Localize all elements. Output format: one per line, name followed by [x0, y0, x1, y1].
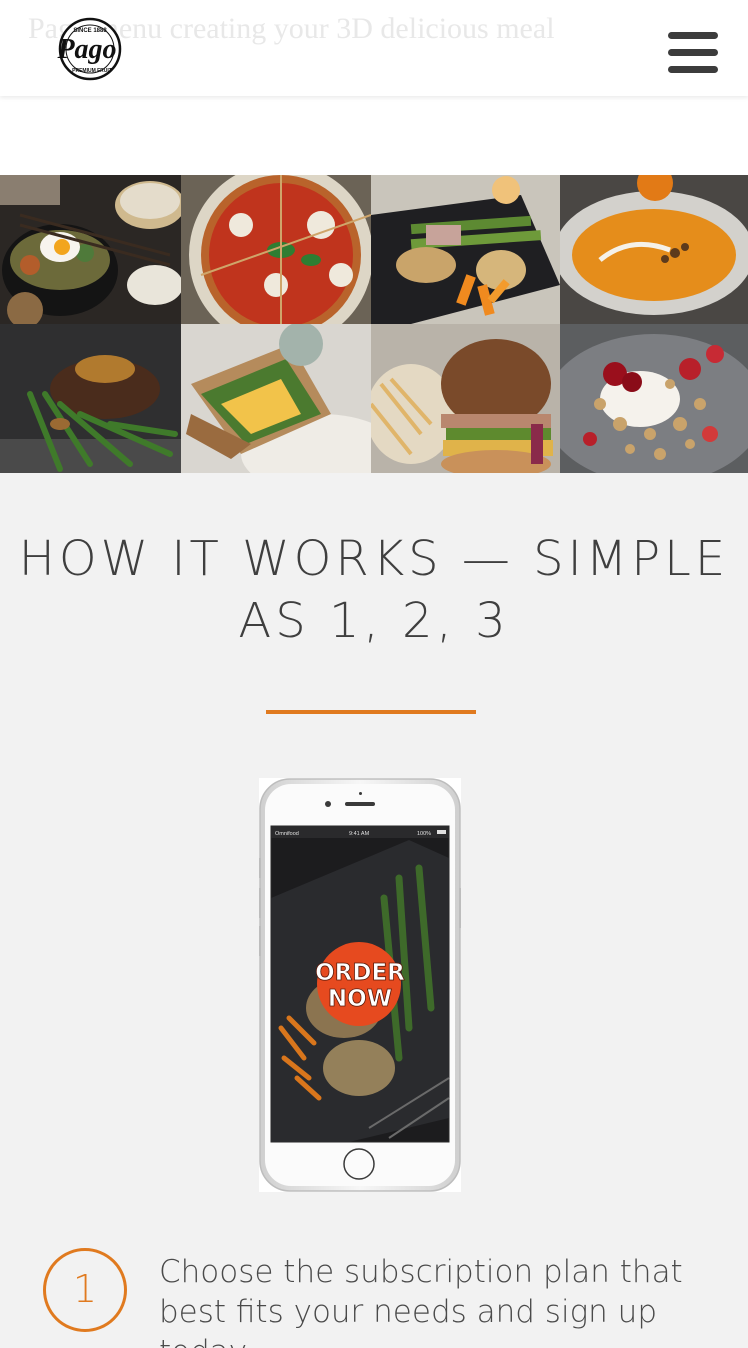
gallery-photo-sandwich[interactable] — [181, 324, 371, 473]
hamburger-bar — [668, 49, 718, 56]
how-it-works-section: HOW IT WORKS — SIMPLE AS 1, 2, 3 Omnifoo… — [0, 473, 748, 1348]
gallery-photo-pumpkin-soup[interactable] — [560, 175, 748, 324]
logo-bottom-text: PREMIUM FRUIT — [72, 68, 112, 74]
gallery-photo-steak-beans[interactable] — [0, 324, 181, 473]
gallery-photo-bibimbap[interactable] — [0, 175, 181, 324]
step-description: Choose the subscription plan that best f… — [159, 1254, 683, 1348]
phone-mockup-image: Omnifood 9:41 AM 100% ORDER NOW — [258, 778, 462, 1192]
section-title-line-2: AS 1, 2, 3 — [238, 593, 510, 649]
hamburger-bar — [668, 66, 718, 73]
logo-brand-text: Pago — [56, 34, 116, 65]
phone-status-battery: 100% — [417, 831, 431, 837]
header-spacer — [0, 96, 748, 175]
section-title-line-1: HOW IT WORKS — SIMPLE — [18, 531, 730, 587]
order-now-badge-line-1: ORDER — [315, 960, 405, 986]
step-item: 1 Choose the subscription plan that best… — [0, 1248, 748, 1348]
phone-status-time: 9:41 AM — [349, 831, 370, 837]
order-now-badge-line-2: NOW — [328, 986, 392, 1012]
hamburger-menu-icon[interactable] — [668, 32, 718, 76]
title-divider — [266, 710, 476, 714]
site-header: Pago menu creating your 3D delicious mea… — [0, 0, 748, 96]
gallery-photo-pizza[interactable] — [181, 175, 371, 324]
phone-status-carrier: Omnifood — [275, 831, 299, 837]
gallery-photo-granola-berries[interactable] — [560, 324, 748, 473]
meals-gallery — [0, 175, 748, 473]
pago-logo[interactable]: SINCE 1888 PREMIUM FRUIT Pago — [40, 14, 136, 84]
gallery-photo-burger-fries[interactable] — [371, 324, 560, 473]
gallery-photo-chicken-asparagus[interactable] — [371, 175, 560, 324]
section-title: HOW IT WORKS — SIMPLE AS 1, 2, 3 — [0, 528, 748, 652]
hamburger-bar — [668, 32, 718, 39]
step-number-circle: 1 — [43, 1248, 127, 1332]
